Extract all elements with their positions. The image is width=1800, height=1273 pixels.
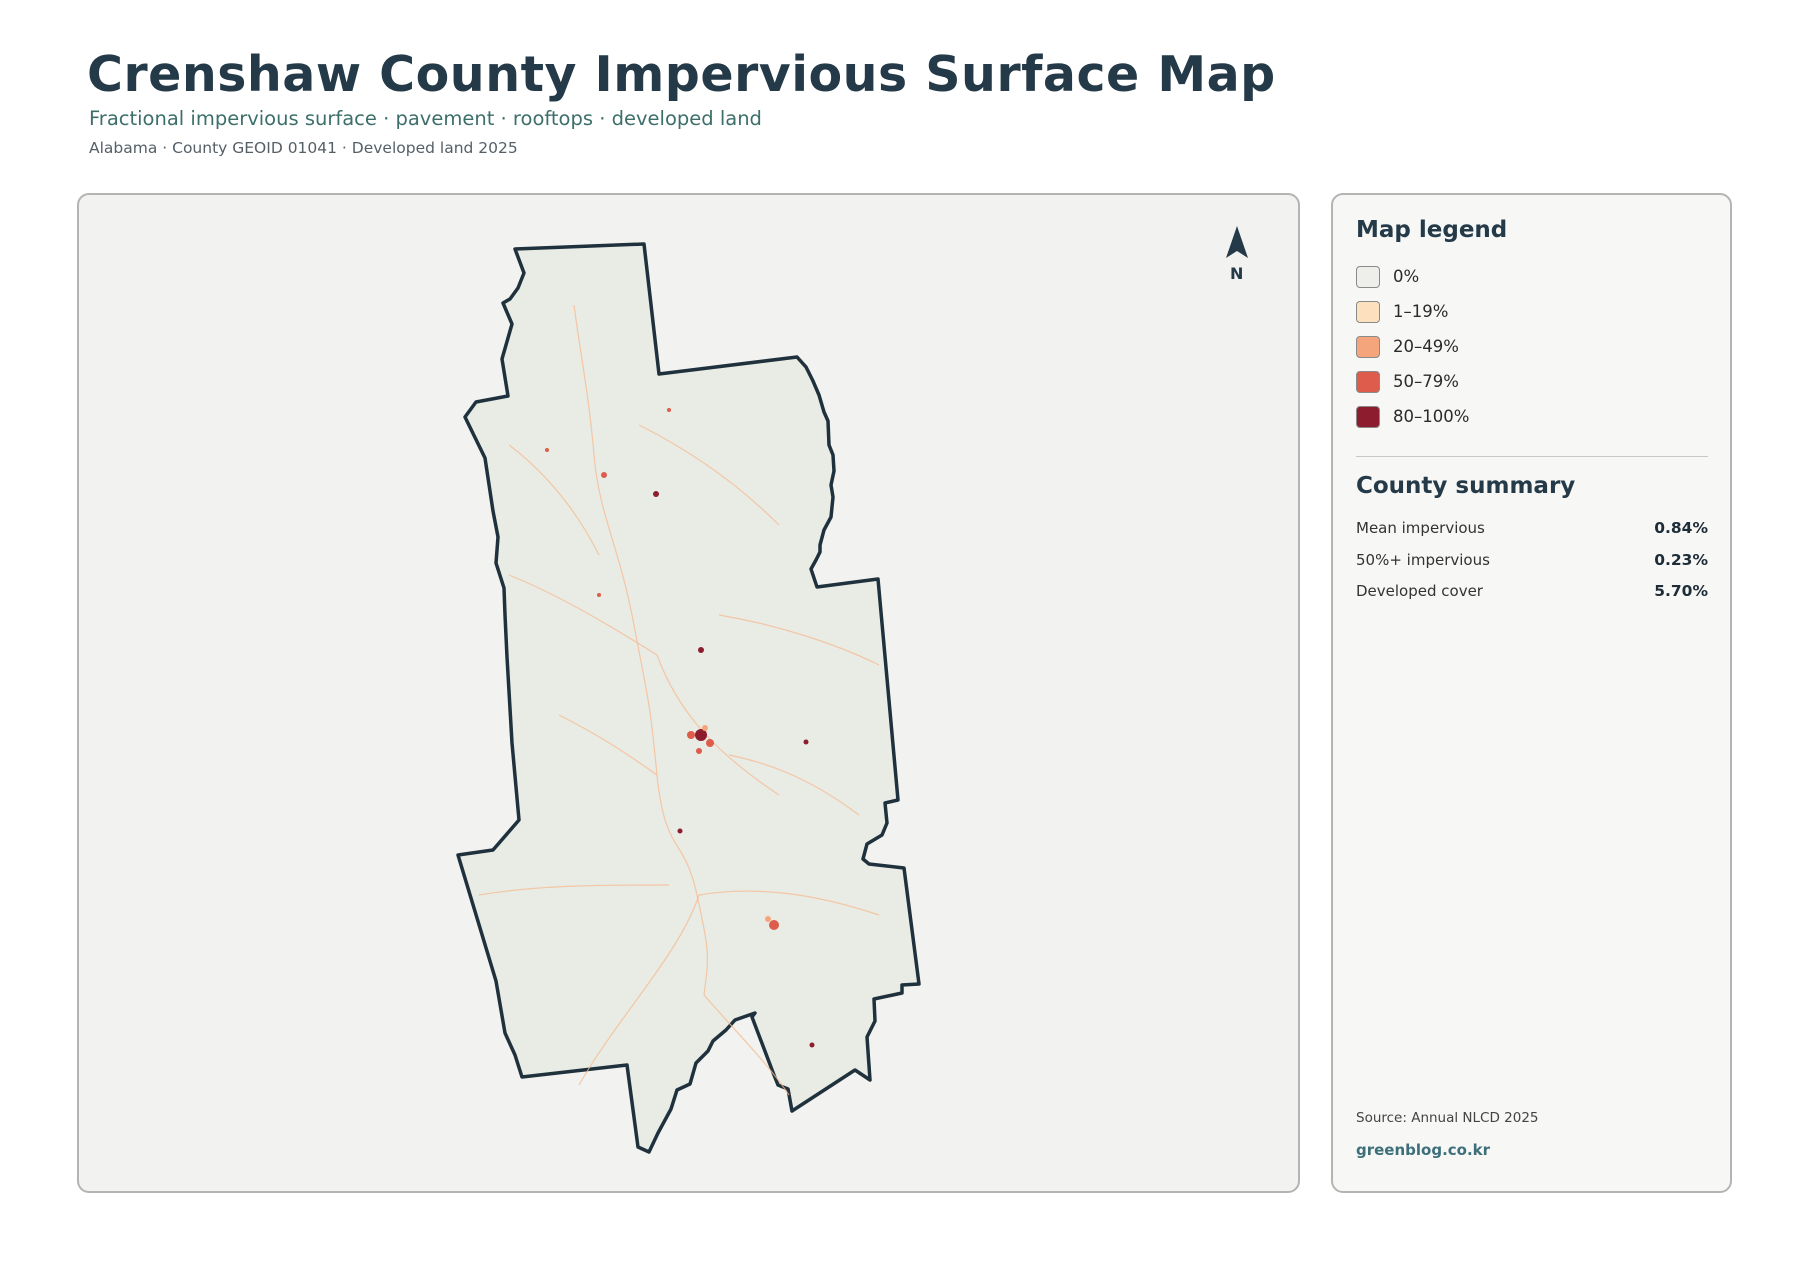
site-credit[interactable]: greenblog.co.kr bbox=[1356, 1141, 1490, 1159]
developed-area-mark bbox=[545, 448, 549, 452]
stat-label: 50%+ impervious bbox=[1356, 551, 1490, 569]
legend-label: 0% bbox=[1393, 267, 1420, 286]
source-note: Source: Annual NLCD 2025 bbox=[1356, 1110, 1539, 1126]
legend-label: 20–49% bbox=[1393, 337, 1459, 356]
summary-title: County summary bbox=[1356, 473, 1576, 499]
legend-title: Map legend bbox=[1356, 217, 1508, 243]
developed-area-mark bbox=[687, 731, 695, 739]
stat-label: Mean impervious bbox=[1356, 519, 1485, 537]
stat-label: Developed cover bbox=[1356, 582, 1483, 600]
developed-area-mark bbox=[702, 725, 708, 731]
page-title: Crenshaw County Impervious Surface Map bbox=[87, 46, 1276, 103]
stat-row: Mean impervious 0.84% bbox=[1356, 519, 1708, 541]
legend-label: 1–19% bbox=[1393, 302, 1449, 321]
developed-area-mark bbox=[765, 916, 771, 922]
developed-area-mark bbox=[809, 1042, 815, 1048]
stat-row: 50%+ impervious 0.23% bbox=[1356, 551, 1708, 573]
developed-area-mark bbox=[667, 408, 671, 412]
stat-value: 5.70% bbox=[1654, 582, 1708, 600]
developed-area-mark bbox=[769, 920, 779, 930]
north-label: N bbox=[1230, 264, 1244, 283]
legend-label: 80–100% bbox=[1393, 407, 1470, 426]
legend-label: 50–79% bbox=[1393, 372, 1459, 391]
developed-area-mark bbox=[706, 739, 714, 747]
legend-swatch bbox=[1356, 266, 1380, 288]
developed-area-mark bbox=[696, 748, 702, 754]
legend-panel: Map legend 0% 1–19% 20–49% 50–79% 80–100… bbox=[1331, 193, 1732, 1193]
legend-swatch bbox=[1356, 336, 1380, 358]
developed-area-mark bbox=[698, 647, 704, 653]
developed-area-mark bbox=[597, 593, 601, 597]
stat-value: 0.23% bbox=[1654, 551, 1708, 569]
developed-area-mark bbox=[653, 491, 659, 497]
legend-swatch bbox=[1356, 301, 1380, 323]
county-map[interactable] bbox=[79, 195, 1300, 1193]
page-subtitle: Fractional impervious surface · pavement… bbox=[89, 107, 762, 130]
page-meta: Alabama · County GEOID 01041 · Developed… bbox=[89, 139, 518, 157]
developed-area-mark bbox=[803, 739, 809, 745]
county-outline bbox=[456, 242, 921, 1154]
developed-area-mark bbox=[677, 828, 683, 834]
stat-row: Developed cover 5.70% bbox=[1356, 582, 1708, 604]
legend-swatch bbox=[1356, 371, 1380, 393]
legend-divider bbox=[1356, 456, 1708, 457]
stat-value: 0.84% bbox=[1654, 519, 1708, 537]
county-boundary bbox=[456, 242, 921, 1154]
map-panel[interactable]: N bbox=[77, 193, 1300, 1193]
developed-area-mark bbox=[601, 472, 607, 478]
legend-swatch bbox=[1356, 406, 1380, 428]
